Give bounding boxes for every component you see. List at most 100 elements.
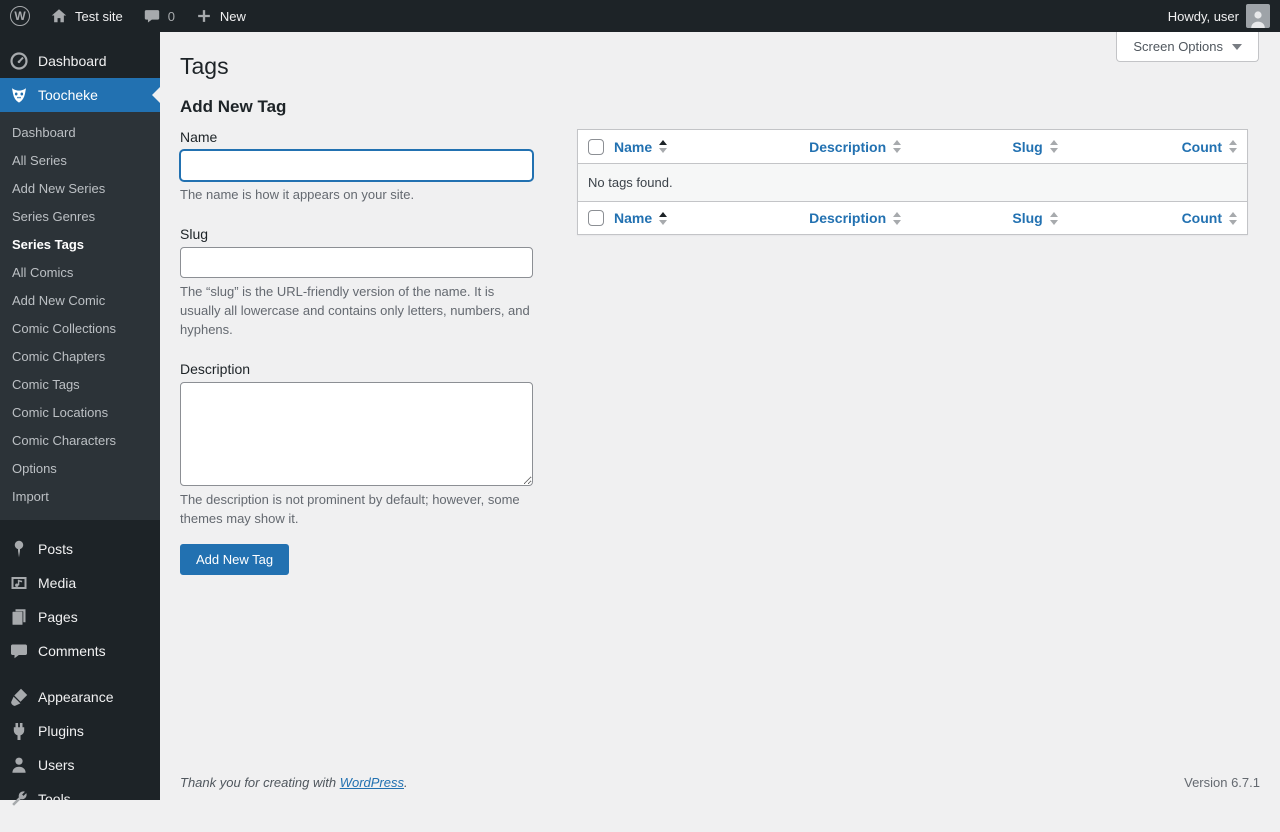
submenu-item-all-series[interactable]: All Series	[0, 147, 160, 175]
home-icon	[50, 7, 68, 25]
wordpress-link[interactable]: WordPress	[340, 775, 404, 790]
menu-separator	[0, 668, 160, 680]
sidebar-item-label: Media	[38, 575, 76, 591]
appearance-icon	[9, 687, 29, 707]
plugins-icon	[9, 721, 29, 741]
wordpress-logo-icon: W	[10, 6, 30, 26]
slug-help-text: The “slug” is the URL-friendly version o…	[180, 283, 533, 340]
toocheke-icon	[9, 85, 29, 105]
dashboard-icon	[9, 51, 29, 71]
slug-field[interactable]	[180, 247, 533, 278]
submenu-item-add-new-comic[interactable]: Add New Comic	[0, 287, 160, 315]
sidebar-item-dashboard[interactable]: Dashboard	[0, 44, 160, 78]
empty-table-row: No tags found.	[578, 163, 1248, 201]
sort-by-slug-link[interactable]: Slug	[1012, 210, 1057, 226]
sort-indicator-icon	[893, 140, 901, 153]
description-field[interactable]	[180, 382, 533, 486]
screen-options-button[interactable]: Screen Options	[1116, 32, 1259, 62]
tags-list: Name Description	[577, 129, 1248, 235]
howdy-label: Howdy, user	[1168, 9, 1239, 24]
submenu-item-comic-collections[interactable]: Comic Collections	[0, 315, 160, 343]
submenu-item-add-new-series[interactable]: Add New Series	[0, 175, 160, 203]
sidebar-item-label: Toocheke	[38, 87, 98, 103]
sort-indicator-icon	[659, 140, 667, 153]
admin-bar: W Test site 0 New Howdy, user	[0, 0, 1280, 32]
footer-thanks-text: Thank you for creating with WordPress.	[180, 775, 408, 790]
sort-by-slug-link[interactable]: Slug	[1012, 139, 1057, 155]
sidebar-item-toocheke[interactable]: Toocheke	[0, 78, 160, 112]
chevron-down-icon	[1232, 44, 1242, 50]
table-header-row: Name Description	[578, 130, 1248, 164]
admin-footer: Thank you for creating with WordPress. V…	[180, 775, 1260, 790]
sort-indicator-icon	[893, 212, 901, 225]
sidebar-item-pages[interactable]: Pages	[0, 600, 160, 634]
comments-icon	[9, 641, 29, 661]
sort-indicator-icon	[1050, 140, 1058, 153]
add-tag-form: Name The name is how it appears on your …	[180, 129, 533, 575]
select-all-checkbox[interactable]	[588, 210, 604, 226]
sidebar-item-users[interactable]: Users	[0, 748, 160, 782]
screen-options-label: Screen Options	[1133, 39, 1223, 54]
sort-by-description-link[interactable]: Description	[809, 139, 901, 155]
select-all-checkbox[interactable]	[588, 139, 604, 155]
submenu-item-series-tags[interactable]: Series Tags	[0, 231, 160, 259]
submenu-item-comic-characters[interactable]: Comic Characters	[0, 427, 160, 455]
sidebar-item-label: Users	[38, 757, 75, 773]
name-field[interactable]	[180, 150, 533, 181]
media-icon	[9, 573, 29, 593]
sidebar-item-label: Appearance	[38, 689, 114, 705]
submenu-item-comic-tags[interactable]: Comic Tags	[0, 371, 160, 399]
toocheke-submenu: Dashboard All Series Add New Series Seri…	[0, 112, 160, 520]
site-name-link[interactable]: Test site	[40, 0, 133, 32]
wordpress-logo-menu[interactable]: W	[0, 0, 40, 32]
menu-separator	[0, 520, 160, 532]
sidebar-item-label: Posts	[38, 541, 73, 557]
content-area: Screen Options Tags Add New Tag Name The…	[160, 32, 1280, 800]
add-new-tag-heading: Add New Tag	[180, 97, 1260, 117]
pages-icon	[9, 607, 29, 627]
table-footer-row: Name Description	[578, 201, 1248, 235]
submenu-item-all-comics[interactable]: All Comics	[0, 259, 160, 287]
slug-label: Slug	[180, 226, 533, 242]
submenu-item-options[interactable]: Options	[0, 455, 160, 483]
submenu-item-series-genres[interactable]: Series Genres	[0, 203, 160, 231]
comments-shortcut[interactable]: 0	[133, 0, 185, 32]
sidebar-item-media[interactable]: Media	[0, 566, 160, 600]
add-new-tag-button[interactable]: Add New Tag	[180, 544, 289, 575]
sort-indicator-icon	[1229, 140, 1237, 153]
sidebar-item-comments[interactable]: Comments	[0, 634, 160, 668]
sort-indicator-icon	[1229, 212, 1237, 225]
sidebar-item-label: Comments	[38, 643, 106, 659]
avatar	[1246, 4, 1270, 28]
my-account-menu[interactable]: Howdy, user	[1158, 4, 1280, 28]
comment-bubble-icon	[143, 7, 161, 25]
name-help-text: The name is how it appears on your site.	[180, 186, 533, 205]
site-name-label: Test site	[75, 9, 123, 24]
new-content-menu[interactable]: New	[185, 0, 256, 32]
sort-by-count-link[interactable]: Count	[1182, 210, 1237, 226]
sort-by-count-link[interactable]: Count	[1182, 139, 1237, 155]
sidebar-item-posts[interactable]: Posts	[0, 532, 160, 566]
comments-count: 0	[168, 9, 175, 24]
admin-sidebar: Dashboard Toocheke Dashboard All Series …	[0, 32, 160, 800]
page-title: Tags	[180, 32, 1260, 82]
submenu-item-comic-chapters[interactable]: Comic Chapters	[0, 343, 160, 371]
name-label: Name	[180, 129, 533, 145]
sidebar-item-appearance[interactable]: Appearance	[0, 680, 160, 714]
description-help-text: The description is not prominent by defa…	[180, 491, 533, 529]
sort-indicator-icon	[1050, 212, 1058, 225]
sort-by-name-link[interactable]: Name	[614, 139, 667, 155]
pin-icon	[9, 539, 29, 559]
sort-by-name-link[interactable]: Name	[614, 210, 667, 226]
plus-icon	[195, 7, 213, 25]
submenu-item-import[interactable]: Import	[0, 483, 160, 511]
submenu-item-dashboard[interactable]: Dashboard	[0, 119, 160, 147]
sidebar-item-plugins[interactable]: Plugins	[0, 714, 160, 748]
submenu-item-comic-locations[interactable]: Comic Locations	[0, 399, 160, 427]
sort-indicator-icon	[659, 212, 667, 225]
no-tags-found-message: No tags found.	[578, 163, 1248, 201]
sort-by-description-link[interactable]: Description	[809, 210, 901, 226]
new-label: New	[220, 9, 246, 24]
sidebar-item-label: Plugins	[38, 723, 84, 739]
users-icon	[9, 755, 29, 775]
